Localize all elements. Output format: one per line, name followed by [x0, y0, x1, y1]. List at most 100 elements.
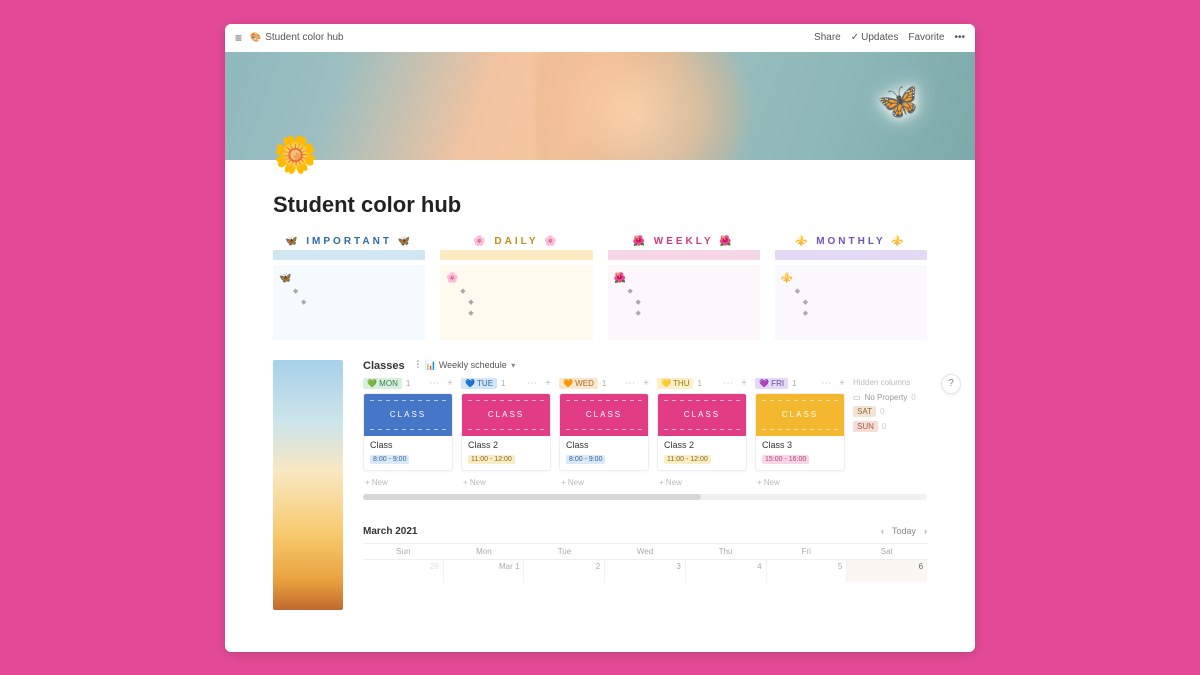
new-card-button[interactable]: + New	[363, 475, 453, 490]
breadcrumb-title[interactable]: Student color hub	[265, 32, 343, 43]
column-header: 💙 TUE 1 ⋯ +	[461, 378, 551, 389]
card-hero: CLASS	[658, 394, 746, 436]
sunset-image	[273, 360, 343, 610]
section-heading[interactable]: ⚜️ MONTHLY ⚜️	[775, 236, 927, 250]
diamond-icon: ◆	[460, 287, 465, 295]
calendar-row: 28Mar 123456	[363, 559, 927, 582]
chevron-down-icon: ▾	[511, 361, 515, 370]
calendar-cell[interactable]: 3	[605, 560, 686, 582]
day-tag[interactable]: 🧡 WED	[559, 378, 598, 389]
no-property-icon: ▭	[853, 393, 861, 402]
flower-icon: 🌺	[633, 236, 648, 247]
diamond-icon: ◆	[636, 298, 641, 306]
class-card[interactable]: CLASSClass 211:00 - 12:00	[461, 393, 551, 471]
column-more-icon[interactable]: ⋯	[625, 378, 635, 389]
section-body[interactable]: 🦋 ◆ ◆	[273, 265, 425, 340]
column-count: 1	[501, 379, 505, 388]
column-add-button[interactable]: +	[839, 378, 845, 389]
section-body[interactable]: ⚜️ ◆ ◆ ◆	[775, 265, 927, 340]
prev-month-button[interactable]: ‹	[881, 526, 884, 536]
section-body[interactable]: 🌸 ◆ ◆ ◆	[440, 265, 592, 340]
class-card[interactable]: CLASSClass8:00 - 9:00	[363, 393, 453, 471]
column-more-icon[interactable]: ⋯	[821, 378, 831, 389]
calendar-cell[interactable]: 6	[847, 560, 927, 582]
database-title[interactable]: Classes	[363, 360, 405, 372]
column-header: 💜 FRI1⋯+	[755, 378, 845, 389]
flower-icon: 🌸	[544, 236, 559, 247]
class-card[interactable]: CLASSClass 315:00 - 16:00	[755, 393, 845, 471]
new-card-button[interactable]: + New	[755, 475, 845, 490]
view-selector[interactable]: 📊 Weekly schedule ▾	[425, 360, 515, 371]
page-icon[interactable]: 🌼	[273, 134, 318, 176]
bullet-icon: ⚜️	[781, 273, 793, 284]
section-important: 🦋 IMPORTANT 🦋 🦋 ◆ ◆	[273, 236, 425, 340]
page-content: Student color hub 🦋 IMPORTANT 🦋 🦋 ◆ ◆ 🌸	[225, 160, 975, 610]
day-tag[interactable]: 💚 MON	[363, 378, 402, 389]
hidden-day-row[interactable]: SUN0	[853, 421, 923, 432]
card-hero: CLASS	[462, 394, 550, 436]
new-card-button[interactable]: + New	[657, 475, 747, 490]
weekday-label: Sun	[363, 544, 444, 559]
page-cover[interactable]: 🦋	[225, 52, 975, 160]
share-button[interactable]: Share	[814, 32, 841, 43]
section-bar	[440, 250, 592, 260]
new-card-button[interactable]: + New	[461, 475, 551, 490]
class-card[interactable]: CLASS Class 2 11:00 - 12:00	[657, 393, 747, 471]
butterfly-icon: 🦋	[285, 236, 300, 247]
new-card-button[interactable]: + New	[559, 475, 649, 490]
board-columns: 💚 MON 1 ⋯ + CLASSClass8:00 - 9:00 + New 💙 TUE 1…	[363, 378, 927, 490]
board-column: 💚 MON1⋯+CLASSClass8:00 - 9:00+ New	[363, 378, 453, 490]
calendar-cell[interactable]: 2	[524, 560, 605, 582]
more-icon[interactable]: •••	[954, 32, 965, 43]
section-heading[interactable]: 🌸 DAILY 🌸	[440, 236, 592, 250]
section-heading[interactable]: 🦋 IMPORTANT 🦋	[273, 236, 425, 250]
calendar-month[interactable]: March 2021	[363, 526, 417, 537]
section-heading[interactable]: 🌺 WEEKLY 🌺	[608, 236, 760, 250]
column-add-button[interactable]: +	[643, 378, 649, 389]
updates-button[interactable]: ✓Updates	[851, 32, 899, 43]
column-header: 💚 MON1⋯+	[363, 378, 453, 389]
section-bar	[775, 250, 927, 260]
section-body[interactable]: 🌺 ◆ ◆ ◆	[608, 265, 760, 340]
section-monthly: ⚜️ MONTHLY ⚜️ ⚜️ ◆ ◆ ◆	[775, 236, 927, 340]
column-add-button[interactable]: +	[447, 378, 453, 389]
column-more-icon[interactable]: ⋯	[429, 378, 439, 389]
class-card[interactable]: CLASSClass8:00 - 9:00	[559, 393, 649, 471]
day-tag[interactable]: 💛 THU	[657, 378, 693, 389]
classes-area: Classes ⫶ 📊 Weekly schedule ▾ 💚 MON 1 ⋯ + CL…	[273, 360, 927, 610]
calendar-cell[interactable]: 5	[767, 560, 848, 582]
column-add-button[interactable]: +	[741, 378, 747, 389]
today-button[interactable]: Today	[892, 526, 916, 536]
card-title: Class 2	[664, 440, 740, 450]
calendar-cell[interactable]: 4	[686, 560, 767, 582]
column-add-button[interactable]: +	[545, 378, 551, 389]
time-tag: 15:00 - 16:00	[762, 455, 809, 464]
column-more-icon[interactable]: ⋯	[527, 378, 537, 389]
day-tag: SUN	[853, 421, 878, 432]
horizontal-scrollbar[interactable]	[363, 494, 927, 500]
menu-icon[interactable]: ≡	[235, 31, 242, 45]
favorite-button[interactable]: Favorite	[908, 32, 944, 43]
bullet-icon: 🌺	[614, 273, 626, 284]
calendar-cell[interactable]: Mar 1	[444, 560, 525, 582]
board-column: 💛 THU1⋯+CLASSClass 211:00 - 12:00+ New	[657, 378, 747, 490]
hidden-day-row[interactable]: SAT0	[853, 406, 923, 417]
day-tag[interactable]: 💙 TUE	[461, 378, 497, 389]
page-title[interactable]: Student color hub	[273, 192, 927, 218]
card-hero: CLASS	[560, 394, 648, 436]
weekday-label: Mon	[444, 544, 525, 559]
scrollbar-thumb[interactable]	[363, 494, 701, 500]
diamond-icon: ◆	[468, 309, 473, 317]
next-month-button[interactable]: ›	[924, 526, 927, 536]
no-property-row[interactable]: ▭No Property0	[853, 393, 923, 402]
help-button[interactable]: ?	[941, 374, 961, 394]
day-tag[interactable]: 💜 FRI	[755, 378, 788, 389]
weekday-header: SunMonTueWedThuFriSat	[363, 543, 927, 559]
time-tag: 8:00 - 9:00	[370, 455, 409, 464]
fleur-icon: ⚜️	[891, 236, 906, 247]
butterfly-icon: 🦋	[398, 236, 413, 247]
column-more-icon[interactable]: ⋯	[723, 378, 733, 389]
time-tag: 11:00 - 12:00	[664, 455, 711, 464]
calendar-cell[interactable]: 28	[363, 560, 444, 582]
divider-icon: ⫶	[417, 360, 420, 371]
